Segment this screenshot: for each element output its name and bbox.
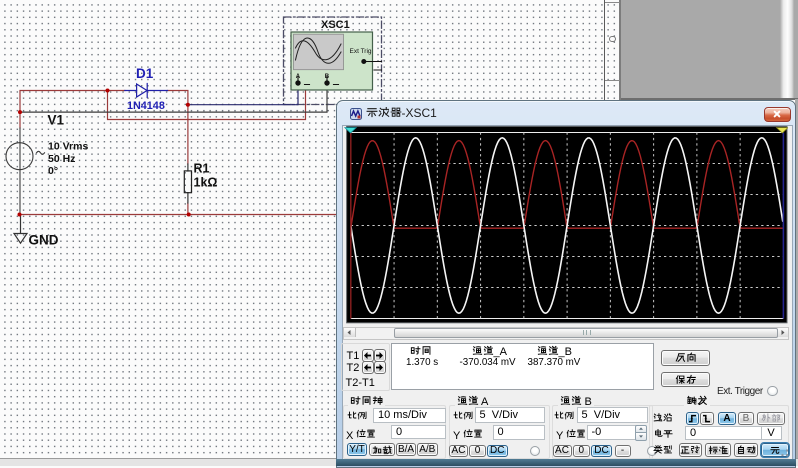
svg-text:10 Vrms: 10 Vrms xyxy=(48,141,88,153)
svg-text:1N4148: 1N4148 xyxy=(127,100,165,112)
svg-text:R1: R1 xyxy=(194,162,210,176)
svg-text:50 Hz: 50 Hz xyxy=(48,153,75,165)
svg-text:Ext Trig: Ext Trig xyxy=(350,48,372,55)
svg-text:B: B xyxy=(325,74,330,80)
svg-text:A: A xyxy=(296,74,301,80)
svg-text:XSC1: XSC1 xyxy=(321,19,350,31)
svg-text:GND: GND xyxy=(29,233,59,248)
svg-text:1kΩ: 1kΩ xyxy=(194,176,218,190)
svg-text:D1: D1 xyxy=(136,66,154,81)
svg-text:V1: V1 xyxy=(48,113,65,128)
svg-text:0°: 0° xyxy=(48,165,58,177)
